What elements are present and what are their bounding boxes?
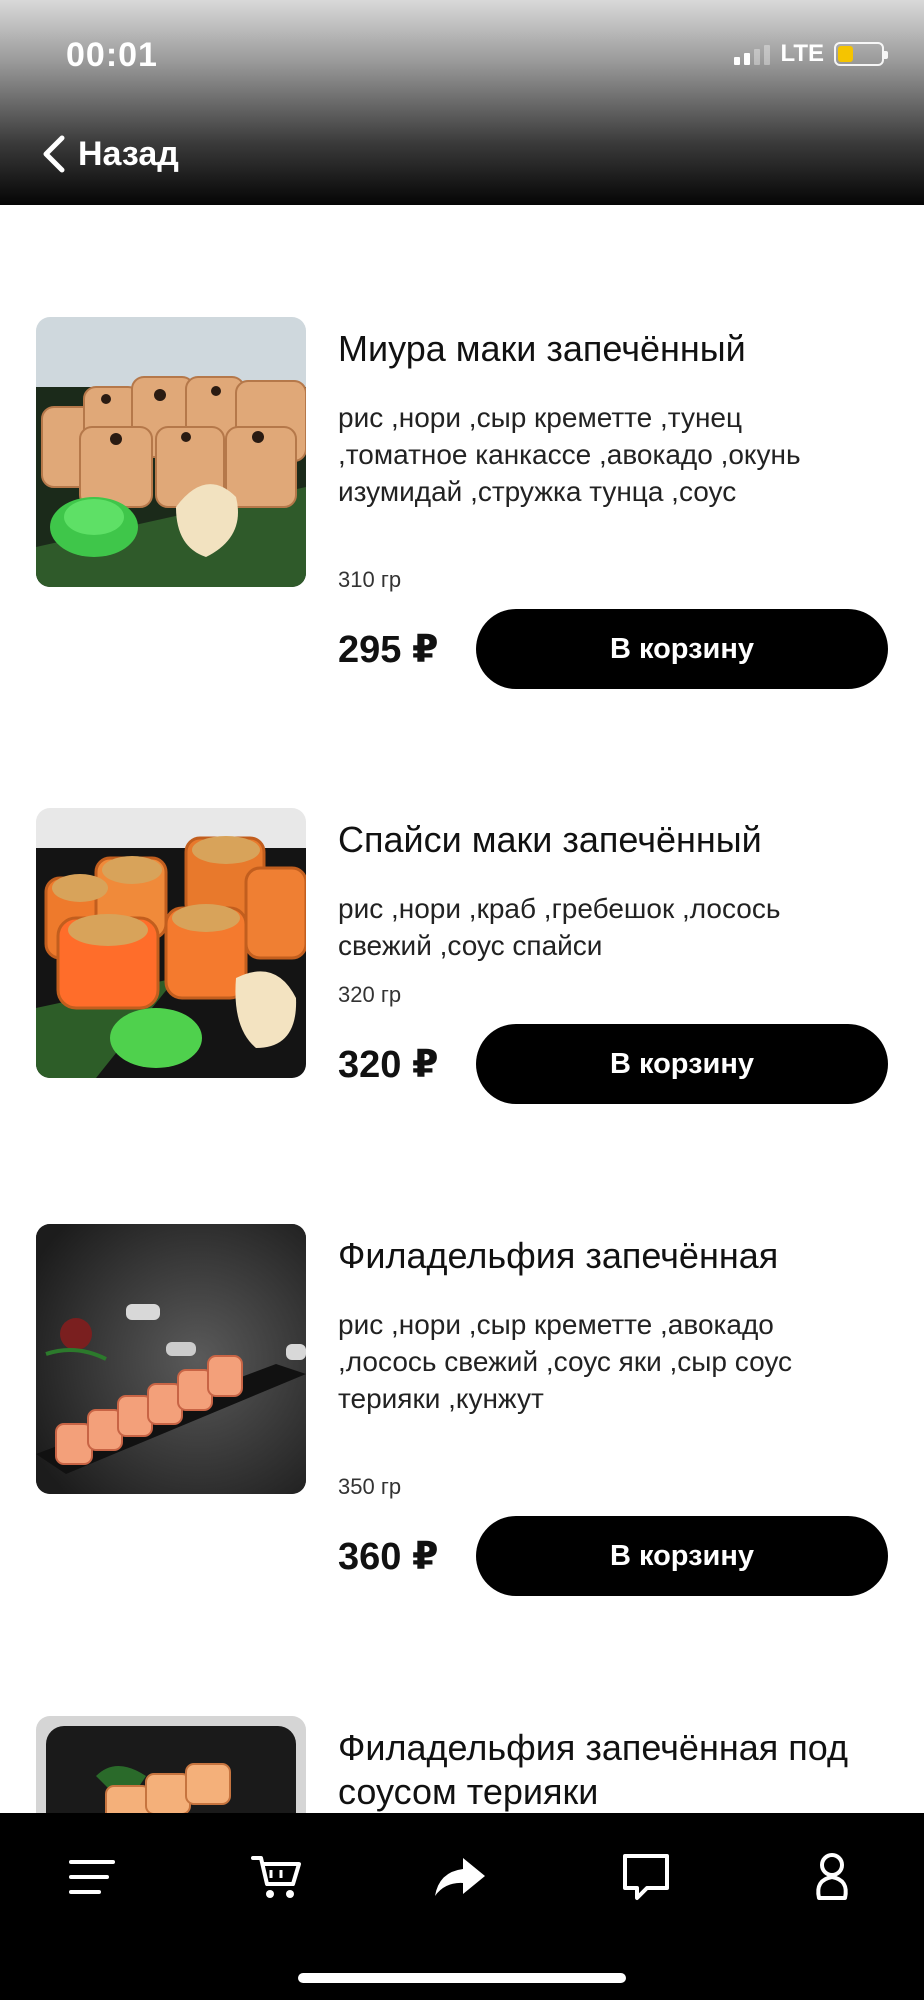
product-title: Филадельфия запечённая под соусом терияк…: [338, 1727, 848, 1812]
product-weight: 310 гр: [338, 567, 402, 592]
signal-icon: [734, 43, 771, 65]
product-price: 360 ₽: [338, 1536, 439, 1578]
product-description: рис ,нори ,сыр креметте ,авокадо ,лосось…: [338, 1309, 793, 1414]
battery-icon: [834, 42, 888, 66]
profile-icon: [816, 1853, 848, 1900]
product-weight: 320 гр: [338, 982, 402, 1007]
add-to-cart-button[interactable]: В корзину: [476, 1516, 888, 1596]
status-indicators: LTE: [734, 40, 888, 68]
add-to-cart-button[interactable]: В корзину: [476, 1024, 888, 1104]
bottom-nav: [0, 1813, 924, 2000]
product-price: 295 ₽: [338, 629, 439, 671]
product-image[interactable]: [36, 808, 306, 1078]
product-description: рис ,нори ,краб ,гребешок ,лосось свежий…: [338, 893, 781, 961]
back-label: Назад: [78, 134, 179, 173]
nav-share[interactable]: [428, 1845, 492, 1909]
nav-cart[interactable]: [244, 1845, 308, 1909]
screen: 00:01 LTE Назад Миура маки запечённый ри…: [0, 0, 924, 2000]
status-time: 00:01: [66, 36, 158, 74]
sushi-photo: [36, 317, 306, 587]
product-image[interactable]: [36, 317, 306, 587]
product-title: Филадельфия запечённая: [338, 1235, 779, 1276]
product-title: Миура маки запечённый: [338, 328, 746, 369]
product-description: рис ,нори ,сыр креметте ,тунец ,томатное…: [338, 402, 801, 507]
network-type: LTE: [780, 40, 824, 67]
nav-chat[interactable]: [614, 1845, 678, 1909]
home-indicator[interactable]: [298, 1973, 626, 1983]
header: 00:01 LTE Назад: [0, 0, 924, 205]
sushi-photo: [36, 808, 306, 1078]
menu-icon: [69, 1860, 115, 1894]
battery-level: [838, 46, 853, 62]
nav-menu[interactable]: [60, 1845, 124, 1909]
back-button[interactable]: Назад: [40, 134, 179, 174]
chat-icon: [623, 1854, 669, 1900]
product-title: Спайси маки запечённый: [338, 819, 762, 860]
chevron-left-icon: [43, 135, 65, 173]
add-to-cart-button[interactable]: В корзину: [476, 609, 888, 689]
sushi-photo: [36, 1224, 306, 1494]
product-weight: 350 гр: [338, 1474, 402, 1499]
cart-icon: [251, 1856, 301, 1898]
nav-profile[interactable]: [800, 1845, 864, 1909]
product-image[interactable]: [36, 1224, 306, 1494]
share-icon: [435, 1858, 485, 1896]
product-price: 320 ₽: [338, 1044, 439, 1086]
